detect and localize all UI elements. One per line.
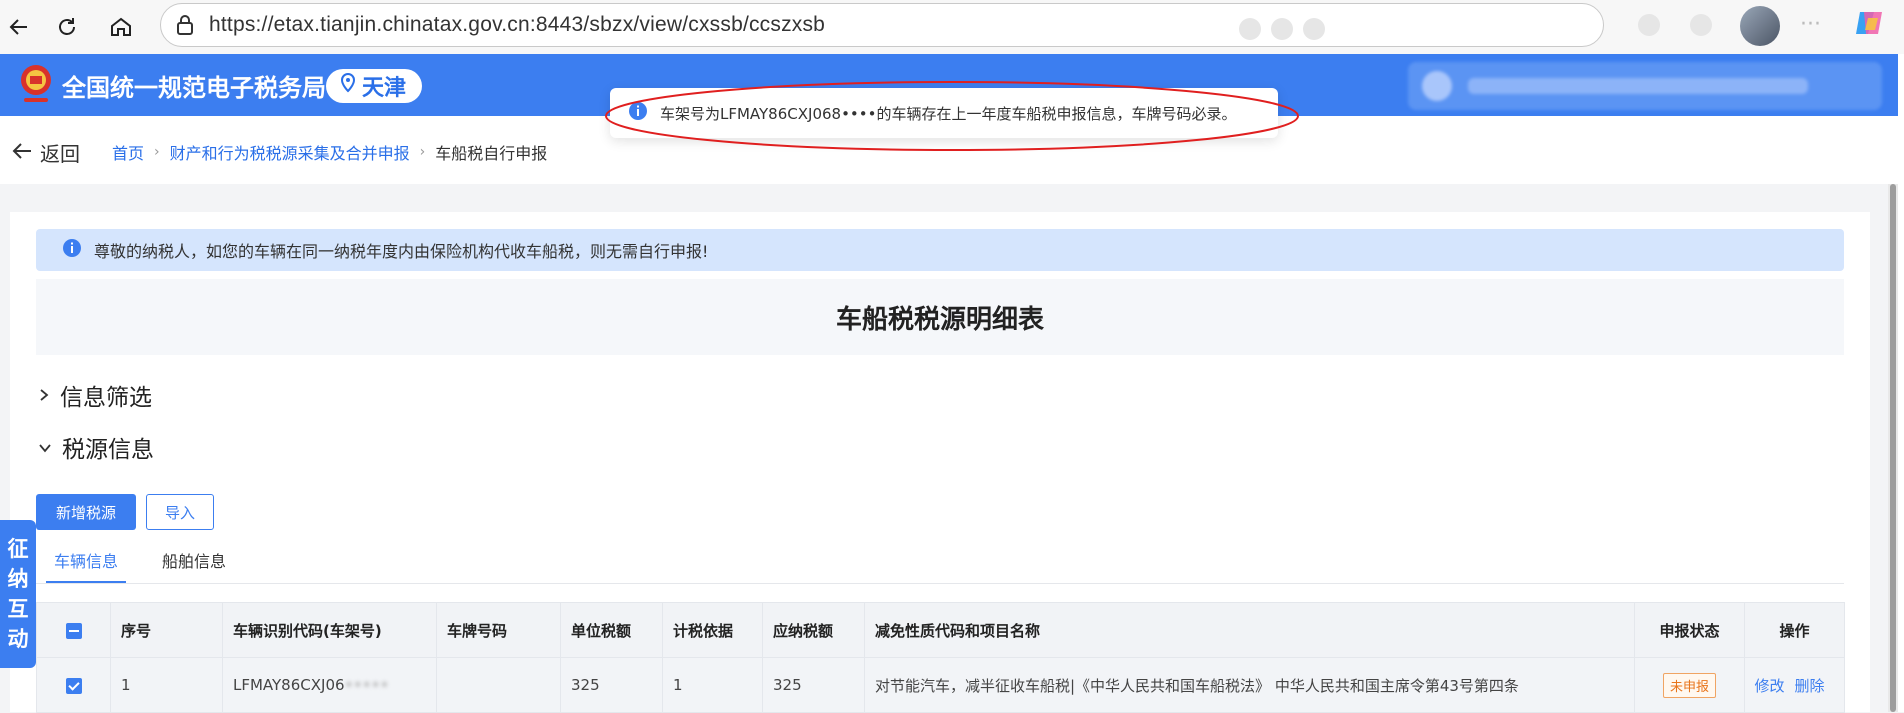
tab-vessel[interactable]: 船舶信息 <box>162 548 226 572</box>
collections-icon[interactable] <box>1690 14 1712 36</box>
sidetab-char: 纳 <box>7 567 29 591</box>
page-title: 车船税税源明细表 <box>835 304 1044 335</box>
col-header-index: 序号 <box>110 602 223 658</box>
cell-plate <box>436 657 561 713</box>
search-icon[interactable] <box>1239 18 1261 40</box>
user-avatar <box>1422 71 1452 101</box>
region-selector[interactable]: 天津 <box>326 69 423 103</box>
scrollbar-thumb[interactable] <box>1890 184 1896 712</box>
section-filter-toggle[interactable]: 信息筛选 <box>38 378 152 412</box>
site-name[interactable]: 全国统一规范电子税务局 <box>62 68 326 103</box>
cell-relief: 对节能汽车，减半征收车船税|《中华人民共和国车船税法》 中华人民共和国主席令第4… <box>864 657 1635 713</box>
scrollbar[interactable] <box>1888 184 1898 712</box>
cell-index: 1 <box>110 657 223 713</box>
tax-source-table: 序号 车辆识别代码(车架号) 车牌号码 单位税额 计税依据 应纳税额 减免性质代… <box>36 602 1845 713</box>
read-aloud-icon[interactable] <box>1271 18 1293 40</box>
address-bar[interactable]: https://etax.tianjin.chinatax.gov.cn:844… <box>160 3 1604 47</box>
col-header-unit-tax: 单位税额 <box>560 602 663 658</box>
tab-bar: 车辆信息 船舶信息 <box>36 537 1844 584</box>
table-row: 1 LFMAY86CXJ06••••• 325 1 325 对节能汽车，减半征收… <box>36 657 1845 713</box>
col-header-status: 申报状态 <box>1634 602 1745 658</box>
col-header-basis: 计税依据 <box>662 602 763 658</box>
page-title-box: 车船税税源明细表 <box>36 279 1844 355</box>
cell-unit-tax: 325 <box>560 657 663 713</box>
browser-toolbar: https://etax.tianjin.chinatax.gov.cn:844… <box>0 0 1904 54</box>
delete-link[interactable]: 删除 <box>1795 677 1825 695</box>
col-header-relief: 减免性质代码和项目名称 <box>864 602 1635 658</box>
table-header-row: 序号 车辆识别代码(车架号) 车牌号码 单位税额 计税依据 应纳税额 减免性质代… <box>36 602 1845 658</box>
avatar[interactable] <box>1740 6 1780 46</box>
breadcrumb: 首页 › 财产和行为税税源采集及合并申报 › 车船税自行申报 <box>112 140 547 164</box>
tab-vehicle[interactable]: 车辆信息 <box>45 548 127 583</box>
user-name-redacted <box>1468 78 1808 94</box>
sidetab-char: 互 <box>7 597 29 621</box>
checkbox-indeterminate-icon <box>65 622 82 639</box>
info-icon <box>628 101 648 125</box>
more-options-icon[interactable]: ··· <box>1800 12 1821 37</box>
cell-vin: LFMAY86CXJ06••••• <box>222 657 437 713</box>
add-source-button[interactable]: 新增税源 <box>36 494 136 530</box>
reload-icon[interactable] <box>48 8 86 46</box>
toast-text: 车架号为LFMAY86CXJ068••••的车辆存在上一年度车船税申报信息，车牌… <box>660 104 1237 123</box>
url-text[interactable]: https://etax.tianjin.chinatax.gov.cn:844… <box>209 13 825 37</box>
toast-message: 车架号为LFMAY86CXJ068••••的车辆存在上一年度车船税申报信息，车牌… <box>610 88 1278 138</box>
cell-tax-due: 325 <box>762 657 865 713</box>
lock-icon[interactable] <box>175 14 195 40</box>
col-header-plate: 车牌号码 <box>436 602 561 658</box>
sidetab-char: 动 <box>7 627 29 651</box>
breadcrumb-home[interactable]: 首页 <box>112 140 144 164</box>
checkbox-checked-icon <box>65 677 82 694</box>
extensions-icon[interactable] <box>1638 14 1660 36</box>
sidetab-char: 征 <box>7 537 29 561</box>
col-header-vin: 车辆识别代码(车架号) <box>222 602 437 658</box>
window-edge <box>1898 54 1904 712</box>
col-header-actions: 操作 <box>1744 602 1845 658</box>
copilot-icon[interactable] <box>1852 6 1886 40</box>
notice-banner: 尊敬的纳税人，如您的车辆在同一纳税年度内由保险机构代收车船税，则无需自行申报! <box>36 229 1844 271</box>
chevron-right-icon: › <box>419 144 426 160</box>
tax-emblem-icon <box>16 62 56 112</box>
cell-actions: 修改 删除 <box>1744 657 1845 713</box>
info-icon <box>62 238 82 262</box>
row-checkbox[interactable] <box>36 657 111 713</box>
user-account-menu[interactable] <box>1408 62 1882 110</box>
chevron-right-icon <box>38 382 50 408</box>
cell-status: 未申报 <box>1634 657 1745 713</box>
edit-link[interactable]: 修改 <box>1754 677 1784 695</box>
vin-redacted: ••••• <box>344 676 389 694</box>
chevron-right-icon: › <box>154 144 160 160</box>
home-icon[interactable] <box>102 8 140 46</box>
import-button[interactable]: 导入 <box>146 494 214 530</box>
vin-visible: LFMAY86CXJ06 <box>233 676 345 694</box>
region-label: 天津 <box>362 76 407 101</box>
select-all-checkbox[interactable] <box>36 602 111 658</box>
section-source-label: 税源信息 <box>62 437 154 463</box>
notice-text: 尊敬的纳税人，如您的车辆在同一纳税年度内由保险机构代收车船税，则无需自行申报! <box>94 242 709 261</box>
col-header-tax-due: 应纳税额 <box>762 602 865 658</box>
back-button[interactable]: 返回 <box>12 138 80 167</box>
cell-basis: 1 <box>662 657 763 713</box>
location-pin-icon <box>340 72 356 99</box>
back-arrow-icon[interactable] <box>0 8 38 46</box>
chevron-down-icon <box>38 434 52 460</box>
section-source-toggle[interactable]: 税源信息 <box>38 430 154 464</box>
breadcrumb-property-tax[interactable]: 财产和行为税税源采集及合并申报 <box>170 140 410 164</box>
back-label: 返回 <box>40 142 80 166</box>
section-filter-label: 信息筛选 <box>60 385 152 411</box>
arrow-left-icon <box>12 141 32 165</box>
interaction-side-tab[interactable]: 征 纳 互 动 <box>0 520 36 668</box>
breadcrumb-current: 车船税自行申报 <box>435 144 548 163</box>
main-card: 尊敬的纳税人，如您的车辆在同一纳税年度内由保险机构代收车船税，则无需自行申报! … <box>10 212 1870 713</box>
favorite-icon[interactable] <box>1303 18 1325 40</box>
status-badge: 未申报 <box>1662 672 1716 698</box>
